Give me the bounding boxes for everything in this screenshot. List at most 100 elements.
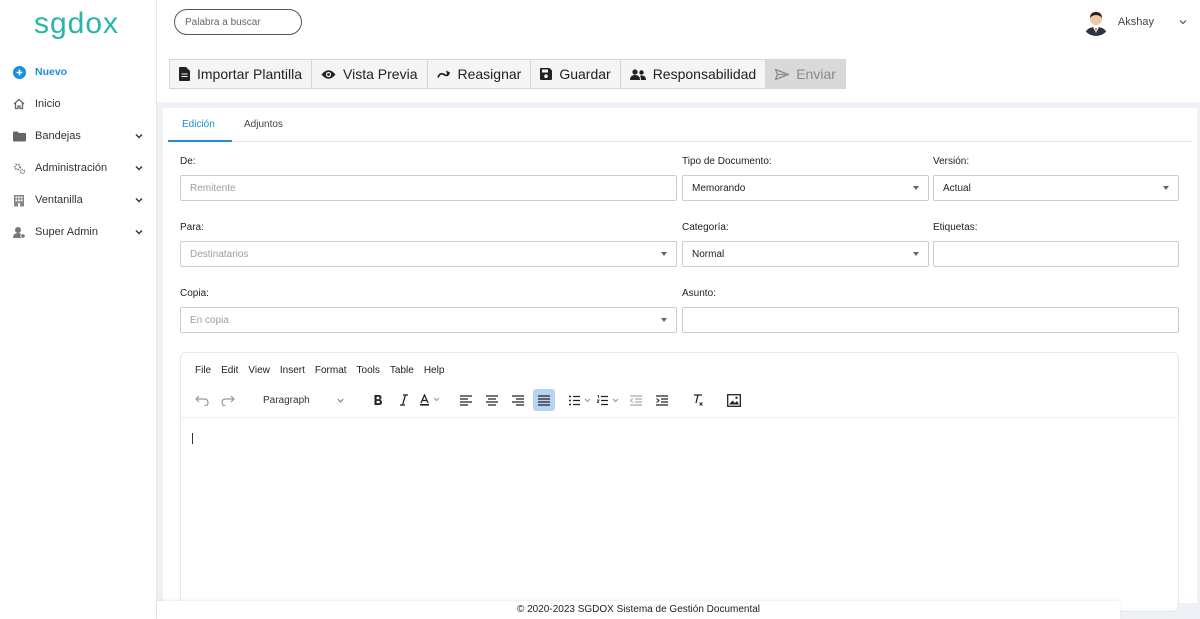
chevron-down-icon bbox=[135, 166, 143, 171]
editor-toolbar: Paragraph bbox=[191, 389, 749, 411]
copia-placeholder: En copia bbox=[190, 314, 229, 326]
logo-text: sgdox bbox=[34, 7, 119, 40]
redo-icon bbox=[221, 395, 235, 406]
categoria-select[interactable]: Normal bbox=[682, 241, 929, 267]
chevron-down-icon bbox=[135, 230, 143, 235]
sidebar-item-label: Administración bbox=[35, 162, 108, 174]
tipo-documento-select[interactable]: Memorando bbox=[682, 175, 929, 201]
version-label: Versión: bbox=[933, 156, 970, 167]
sidebar-item-label: Bandejas bbox=[35, 130, 81, 142]
undo-icon bbox=[195, 395, 209, 406]
asunto-label: Asunto: bbox=[682, 288, 716, 299]
building-icon bbox=[12, 193, 26, 207]
asunto-field[interactable] bbox=[682, 307, 1179, 333]
document-form-card: Edición Adjuntos De: Remitente Tipo de D… bbox=[163, 108, 1197, 612]
editor-content-area[interactable] bbox=[181, 417, 1178, 611]
menu-view[interactable]: View bbox=[248, 365, 270, 376]
menu-insert[interactable]: Insert bbox=[280, 365, 305, 376]
etiquetas-label: Etiquetas: bbox=[933, 222, 978, 233]
italic-button[interactable] bbox=[393, 389, 415, 411]
categoria-label: Categoría: bbox=[682, 222, 729, 233]
align-center-button[interactable] bbox=[481, 389, 503, 411]
remitente-field[interactable]: Remitente bbox=[180, 175, 677, 201]
user-menu[interactable]: Akshay bbox=[1081, 8, 1188, 36]
menu-edit[interactable]: Edit bbox=[221, 365, 238, 376]
bullet-list-icon bbox=[569, 395, 591, 405]
reassign-button[interactable]: Reasignar bbox=[427, 60, 532, 88]
undo-button[interactable] bbox=[191, 389, 213, 411]
outdent-icon bbox=[630, 394, 642, 406]
etiquetas-field[interactable] bbox=[933, 241, 1179, 267]
version-value: Actual bbox=[943, 182, 971, 194]
tab-edicion[interactable]: Edición bbox=[168, 108, 232, 142]
editor-menubar: File Edit View Insert Format Tools Table… bbox=[195, 365, 454, 376]
sidebar-item-label: Super Admin bbox=[35, 226, 98, 238]
text-color-button[interactable] bbox=[419, 389, 441, 411]
caret-down-icon bbox=[913, 186, 919, 190]
chevron-down-icon bbox=[135, 198, 143, 203]
import-template-button[interactable]: Importar Plantilla bbox=[170, 60, 313, 88]
insert-image-button[interactable] bbox=[723, 389, 745, 411]
import-template-label: Importar Plantilla bbox=[197, 66, 303, 82]
image-icon bbox=[727, 393, 741, 407]
bullet-list-button[interactable] bbox=[569, 389, 593, 411]
clear-formatting-button[interactable] bbox=[687, 389, 709, 411]
bold-button[interactable] bbox=[367, 389, 389, 411]
tab-bar: Edición Adjuntos bbox=[168, 108, 1192, 142]
align-center-icon bbox=[486, 394, 498, 406]
align-justify-button[interactable] bbox=[533, 389, 555, 411]
chevron-down-icon bbox=[1179, 20, 1187, 25]
copia-select[interactable]: En copia bbox=[180, 307, 677, 333]
responsibility-button[interactable]: Responsabilidad bbox=[620, 60, 767, 88]
send-button[interactable]: Enviar bbox=[766, 60, 845, 88]
send-label: Enviar bbox=[796, 66, 836, 82]
search-input[interactable] bbox=[174, 9, 302, 35]
sidebar-item-bandejas[interactable]: Bandejas bbox=[0, 120, 156, 152]
categoria-value: Normal bbox=[692, 248, 725, 260]
italic-icon bbox=[400, 394, 408, 406]
eye-icon bbox=[321, 69, 336, 80]
responsibility-label: Responsabilidad bbox=[652, 66, 757, 82]
tab-adjuntos[interactable]: Adjuntos bbox=[232, 108, 295, 142]
preview-button[interactable]: Vista Previa bbox=[312, 60, 428, 88]
clear-formatting-icon bbox=[694, 394, 703, 406]
tipo-documento-value: Memorando bbox=[692, 182, 746, 194]
redo-button[interactable] bbox=[217, 389, 239, 411]
menu-format[interactable]: Format bbox=[315, 365, 347, 376]
destinatarios-placeholder: Destinatarios bbox=[190, 248, 249, 260]
caret-down-icon bbox=[661, 252, 667, 256]
destinatarios-select[interactable]: Destinatarios bbox=[180, 241, 677, 267]
sidebar-item-label: Inicio bbox=[35, 98, 61, 110]
align-justify-icon bbox=[538, 394, 550, 406]
align-left-button[interactable] bbox=[455, 389, 477, 411]
redo-arrow-icon bbox=[436, 70, 451, 79]
save-button[interactable]: Guardar bbox=[531, 60, 621, 88]
numbered-list-button[interactable] bbox=[597, 389, 621, 411]
menu-table[interactable]: Table bbox=[390, 365, 414, 376]
remitente-placeholder: Remitente bbox=[190, 182, 236, 194]
align-left-icon bbox=[460, 394, 472, 406]
para-label: Para: bbox=[180, 222, 204, 233]
sidebar-item-super-admin[interactable]: Super Admin bbox=[0, 216, 156, 248]
sidebar-item-nuevo[interactable]: Nuevo bbox=[0, 56, 156, 88]
block-format-select[interactable]: Paragraph bbox=[257, 389, 351, 411]
align-right-button[interactable] bbox=[507, 389, 529, 411]
menu-tools[interactable]: Tools bbox=[357, 365, 380, 376]
text-cursor bbox=[192, 433, 193, 444]
sidebar-item-ventanilla[interactable]: Ventanilla bbox=[0, 184, 156, 216]
caret-down-icon bbox=[913, 252, 919, 256]
menu-file[interactable]: File bbox=[195, 365, 211, 376]
reassign-label: Reasignar bbox=[457, 66, 522, 82]
avatar bbox=[1081, 8, 1110, 36]
sidebar-item-label: Nuevo bbox=[35, 66, 68, 78]
numbered-list-icon bbox=[597, 394, 619, 405]
home-icon bbox=[12, 97, 26, 111]
sgdox-logo[interactable]: sgdox bbox=[0, 0, 156, 48]
sidebar-item-administracion[interactable]: Administración bbox=[0, 152, 156, 184]
indent-button[interactable] bbox=[651, 389, 673, 411]
outdent-button[interactable] bbox=[625, 389, 647, 411]
menu-help[interactable]: Help bbox=[424, 365, 445, 376]
sidebar-item-inicio[interactable]: Inicio bbox=[0, 88, 156, 120]
caret-down-icon bbox=[661, 318, 667, 322]
version-select[interactable]: Actual bbox=[933, 175, 1179, 201]
